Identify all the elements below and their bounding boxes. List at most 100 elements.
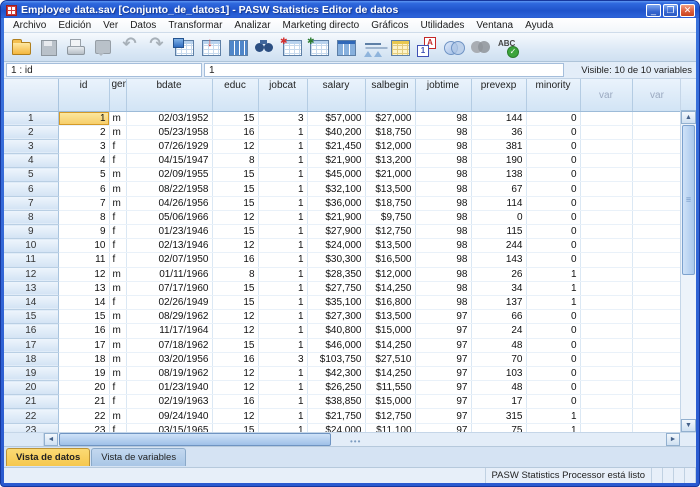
row-header-18[interactable]: 18	[4, 352, 58, 366]
cell-minority-row23[interactable]: 1	[526, 423, 580, 432]
cell-educ-row12[interactable]: 8	[212, 267, 258, 281]
cell-salbegin-row5[interactable]: $21,000	[365, 168, 415, 182]
cell-prevexp-row19[interactable]: 103	[471, 366, 526, 380]
cell-salary-row4[interactable]: $21,900	[307, 154, 365, 168]
scroll-up-arrow[interactable]: ▲	[681, 111, 696, 124]
cell-var2-row18[interactable]	[632, 352, 680, 366]
grid-corner-cell[interactable]	[4, 79, 58, 111]
cell-educ-row10[interactable]: 12	[212, 239, 258, 253]
cell-jobtime-row1[interactable]: 98	[415, 111, 471, 125]
column-header-prevexp[interactable]: prevexp	[471, 79, 526, 111]
cell-gender-row11[interactable]: f	[109, 253, 126, 267]
insert-cases-icon[interactable]	[278, 35, 305, 59]
row-header-1[interactable]: 1	[4, 111, 58, 125]
cell-minority-row17[interactable]: 0	[526, 338, 580, 352]
cell-prevexp-row4[interactable]: 190	[471, 154, 526, 168]
cell-id-row12[interactable]: 12	[58, 267, 109, 281]
cell-bdate-row8[interactable]: 05/06/1966	[126, 210, 212, 224]
cell-minority-row12[interactable]: 1	[526, 267, 580, 281]
cell-jobcat-row10[interactable]: 1	[258, 239, 307, 253]
column-header-salbegin[interactable]: salbegin	[365, 79, 415, 111]
cell-gender-row20[interactable]: f	[109, 381, 126, 395]
row-header-17[interactable]: 17	[4, 338, 58, 352]
cell-jobcat-row4[interactable]: 1	[258, 154, 307, 168]
column-header-minority[interactable]: minority	[526, 79, 580, 111]
cell-var1-row21[interactable]	[580, 395, 632, 409]
cell-prevexp-row10[interactable]: 244	[471, 239, 526, 253]
cell-jobtime-row17[interactable]: 97	[415, 338, 471, 352]
cell-minority-row11[interactable]: 0	[526, 253, 580, 267]
cell-var2-row12[interactable]	[632, 267, 680, 281]
undo-icon[interactable]	[116, 35, 143, 59]
cell-educ-row23[interactable]: 15	[212, 423, 258, 432]
cell-jobcat-row5[interactable]: 1	[258, 168, 307, 182]
row-header-23[interactable]: 23	[4, 423, 58, 432]
cell-var1-row10[interactable]	[580, 239, 632, 253]
cell-bdate-row3[interactable]: 07/26/1929	[126, 139, 212, 153]
cell-jobcat-row8[interactable]: 1	[258, 210, 307, 224]
cell-jobtime-row10[interactable]: 98	[415, 239, 471, 253]
cell-gender-row16[interactable]: m	[109, 324, 126, 338]
cell-bdate-row7[interactable]: 04/26/1956	[126, 196, 212, 210]
cell-var2-row21[interactable]	[632, 395, 680, 409]
cell-educ-row19[interactable]: 12	[212, 366, 258, 380]
cell-gender-row18[interactable]: m	[109, 352, 126, 366]
cell-minority-row14[interactable]: 1	[526, 295, 580, 309]
cell-reference-box[interactable]: 1 : id	[6, 63, 202, 77]
cell-id-row2[interactable]: 2	[58, 125, 109, 139]
column-header-var1[interactable]: var	[580, 79, 632, 111]
cell-id-row23[interactable]: 23	[58, 423, 109, 432]
cell-prevexp-row9[interactable]: 115	[471, 225, 526, 239]
menu-item-gráficos[interactable]: Gráficos	[365, 20, 414, 31]
cell-prevexp-row7[interactable]: 114	[471, 196, 526, 210]
cell-bdate-row14[interactable]: 02/26/1949	[126, 295, 212, 309]
cell-educ-row3[interactable]: 12	[212, 139, 258, 153]
cell-salary-row12[interactable]: $28,350	[307, 267, 365, 281]
cell-prevexp-row12[interactable]: 26	[471, 267, 526, 281]
cell-var2-row23[interactable]	[632, 423, 680, 432]
cell-educ-row4[interactable]: 8	[212, 154, 258, 168]
cell-var1-row2[interactable]	[580, 125, 632, 139]
cell-salary-row2[interactable]: $40,200	[307, 125, 365, 139]
cell-bdate-row21[interactable]: 02/19/1963	[126, 395, 212, 409]
cell-minority-row22[interactable]: 1	[526, 409, 580, 423]
cell-jobcat-row13[interactable]: 1	[258, 281, 307, 295]
menu-item-edición[interactable]: Edición	[52, 20, 97, 31]
cell-salbegin-row12[interactable]: $12,000	[365, 267, 415, 281]
cell-jobtime-row13[interactable]: 98	[415, 281, 471, 295]
cell-minority-row4[interactable]: 0	[526, 154, 580, 168]
cell-salary-row18[interactable]: $103,750	[307, 352, 365, 366]
cell-educ-row22[interactable]: 12	[212, 409, 258, 423]
cell-jobcat-row19[interactable]: 1	[258, 366, 307, 380]
cell-jobtime-row8[interactable]: 98	[415, 210, 471, 224]
cell-minority-row5[interactable]: 0	[526, 168, 580, 182]
cell-bdate-row18[interactable]: 03/20/1956	[126, 352, 212, 366]
row-header-11[interactable]: 11	[4, 253, 58, 267]
row-header-16[interactable]: 16	[4, 324, 58, 338]
row-header-19[interactable]: 19	[4, 366, 58, 380]
cell-salbegin-row8[interactable]: $9,750	[365, 210, 415, 224]
cell-bdate-row23[interactable]: 03/15/1965	[126, 423, 212, 432]
cell-id-row20[interactable]: 20	[58, 381, 109, 395]
cell-id-row6[interactable]: 6	[58, 182, 109, 196]
cell-educ-row17[interactable]: 15	[212, 338, 258, 352]
cell-bdate-row4[interactable]: 04/15/1947	[126, 154, 212, 168]
cell-jobtime-row20[interactable]: 97	[415, 381, 471, 395]
menu-item-ayuda[interactable]: Ayuda	[519, 20, 559, 31]
cell-id-row7[interactable]: 7	[58, 196, 109, 210]
cell-salbegin-row22[interactable]: $12,750	[365, 409, 415, 423]
cell-var2-row20[interactable]	[632, 381, 680, 395]
menu-item-ver[interactable]: Ver	[97, 20, 124, 31]
cell-gender-row12[interactable]: m	[109, 267, 126, 281]
cell-salbegin-row11[interactable]: $16,500	[365, 253, 415, 267]
cell-bdate-row1[interactable]: 02/03/1952	[126, 111, 212, 125]
cell-gender-row21[interactable]: f	[109, 395, 126, 409]
cell-var1-row14[interactable]	[580, 295, 632, 309]
cell-prevexp-row1[interactable]: 144	[471, 111, 526, 125]
cell-jobcat-row9[interactable]: 1	[258, 225, 307, 239]
cell-prevexp-row11[interactable]: 143	[471, 253, 526, 267]
menu-item-marketing-directo[interactable]: Marketing directo	[277, 20, 366, 31]
cell-prevexp-row5[interactable]: 138	[471, 168, 526, 182]
row-header-14[interactable]: 14	[4, 295, 58, 309]
cell-gender-row23[interactable]: f	[109, 423, 126, 432]
